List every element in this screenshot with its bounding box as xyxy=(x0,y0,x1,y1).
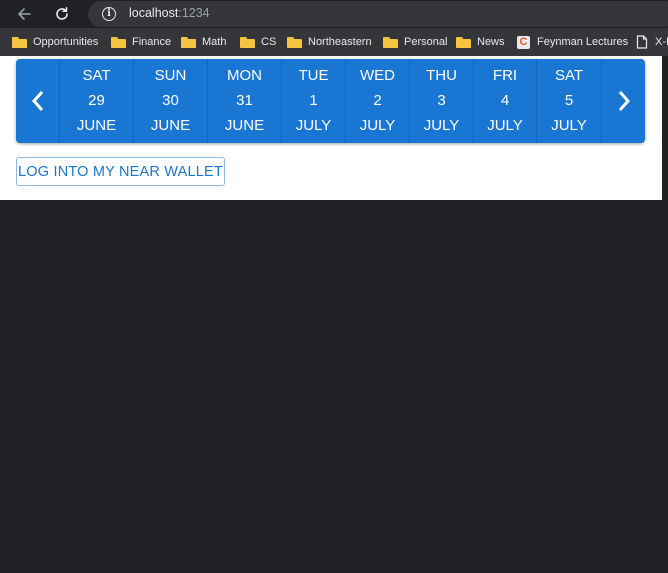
day-number: 4 xyxy=(500,92,510,109)
date-picker: SAT 29 JUNE SUN 30 JUNE MON 31 JUNE TUE … xyxy=(16,59,645,143)
day-mon-31[interactable]: MON 31 JUNE xyxy=(208,59,282,143)
bookmarks-bar: Opportunities Finance Math CS Northeaste… xyxy=(0,28,668,56)
feynman-favicon-icon: C xyxy=(517,35,530,49)
bookmark-x-i[interactable]: X-I xyxy=(636,34,668,50)
day-number: 31 xyxy=(236,92,253,109)
arrow-left-icon xyxy=(17,8,31,20)
day-month: JUNE xyxy=(224,117,265,134)
back-button[interactable] xyxy=(11,2,37,26)
day-month: JULY xyxy=(487,117,523,134)
bookmark-northeastern[interactable]: Northeastern xyxy=(287,34,372,50)
day-month: JUNE xyxy=(150,117,191,134)
bookmark-personal[interactable]: Personal xyxy=(383,34,447,50)
day-month: JULY xyxy=(423,117,460,134)
day-number: 1 xyxy=(309,92,318,109)
folder-icon xyxy=(383,36,398,48)
day-month: JULY xyxy=(551,117,587,134)
page-content: SAT 29 JUNE SUN 30 JUNE MON 31 JUNE TUE … xyxy=(0,56,662,200)
bookmark-opportunities[interactable]: Opportunities xyxy=(12,34,98,50)
day-number: 2 xyxy=(373,92,382,109)
browser-toolbar: i localhost:1234 xyxy=(0,0,668,28)
folder-icon xyxy=(181,36,196,48)
chevron-left-icon xyxy=(31,91,43,111)
bookmark-math[interactable]: Math xyxy=(181,34,226,50)
bookmark-finance[interactable]: Finance xyxy=(111,34,171,50)
login-near-wallet-button[interactable]: LOG INTO MY NEAR WALLET xyxy=(16,157,225,186)
day-month: JUNE xyxy=(76,117,117,134)
day-of-week: MON xyxy=(227,67,262,84)
folder-icon xyxy=(240,36,255,48)
folder-icon xyxy=(111,36,126,48)
day-number: 5 xyxy=(564,92,574,109)
day-sat-5[interactable]: SAT 5 JULY xyxy=(537,59,601,143)
day-sat-29[interactable]: SAT 29 JUNE xyxy=(60,59,134,143)
day-month: JULY xyxy=(359,117,396,134)
document-icon xyxy=(636,35,648,49)
url-text: localhost:1234 xyxy=(129,6,210,20)
chevron-right-icon xyxy=(618,91,630,111)
day-sun-30[interactable]: SUN 30 JUNE xyxy=(134,59,208,143)
folder-icon xyxy=(287,36,302,48)
site-info-icon[interactable]: i xyxy=(102,7,116,21)
day-wed-2[interactable]: WED 2 JULY xyxy=(346,59,410,143)
day-number: 3 xyxy=(437,92,446,109)
reload-button[interactable] xyxy=(49,2,75,26)
bookmark-feynman-lectures[interactable]: C Feynman Lectures xyxy=(517,34,628,50)
day-of-week: TUE xyxy=(298,67,329,84)
day-month: JULY xyxy=(295,117,332,134)
bookmark-news[interactable]: News xyxy=(456,34,505,50)
bookmark-cs[interactable]: CS xyxy=(240,34,276,50)
folder-icon xyxy=(12,36,27,48)
day-tue-1[interactable]: TUE 1 JULY xyxy=(282,59,346,143)
day-of-week: SUN xyxy=(154,67,187,84)
day-fri-4[interactable]: FRI 4 JULY xyxy=(474,59,537,143)
day-thu-3[interactable]: THU 3 JULY xyxy=(410,59,474,143)
folder-icon xyxy=(456,36,471,48)
prev-dates-button[interactable] xyxy=(16,59,60,143)
day-of-week: SAT xyxy=(554,67,584,84)
day-of-week: SAT xyxy=(82,67,111,84)
day-number: 30 xyxy=(162,92,179,109)
day-of-week: FRI xyxy=(492,67,518,84)
address-bar[interactable]: i localhost:1234 xyxy=(88,1,668,27)
day-number: 29 xyxy=(88,92,105,109)
next-dates-button[interactable] xyxy=(601,59,645,143)
reload-icon xyxy=(56,7,68,20)
day-of-week: THU xyxy=(426,67,457,84)
day-of-week: WED xyxy=(360,67,395,84)
